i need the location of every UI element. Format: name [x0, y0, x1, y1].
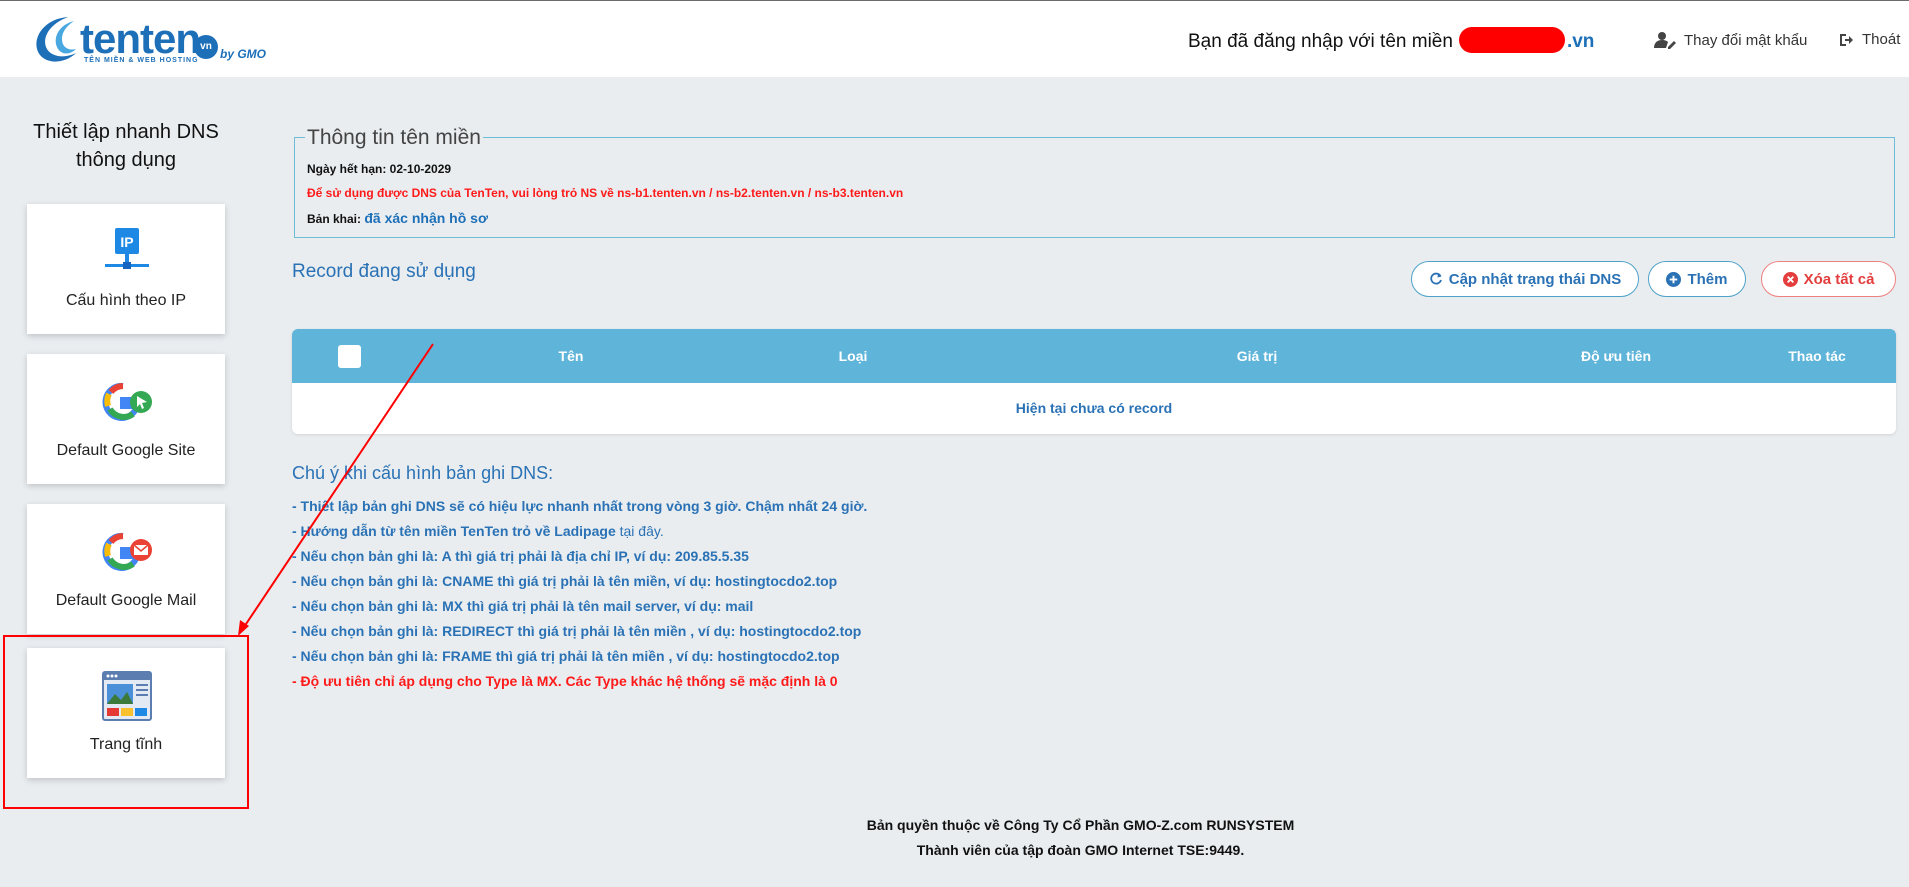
top-header: tenten vn by GMO TÊN MIỀN & WEB HOSTING …: [0, 0, 1909, 77]
plus-circle-icon: [1666, 271, 1682, 287]
logo-tagline: TÊN MIỀN & WEB HOSTING: [84, 57, 199, 64]
column-header-name[interactable]: Tên: [559, 348, 584, 364]
note-line: - Nếu chọn bản ghi là: REDIRECT thì giá …: [292, 623, 862, 639]
note-line: - Nếu chọn bản ghi là: FRAME thì giá trị…: [292, 648, 840, 664]
declaration-status: Bản khai: đã xác nhận hồ sơ: [307, 210, 488, 226]
declaration-value: đã xác nhận hồ sơ: [364, 210, 488, 226]
here-link[interactable]: tại đây.: [620, 523, 664, 539]
select-all-checkbox[interactable]: [338, 345, 361, 368]
sidebar-title-line2: thông dụng: [75, 149, 177, 171]
note-line: - Thiết lập bản ghi DNS sẽ có hiệu lực n…: [292, 498, 868, 514]
card-label: Default Google Site: [56, 442, 196, 459]
svg-text:IP: IP: [120, 234, 133, 250]
tenten-logo[interactable]: tenten vn by GMO TÊN MIỀN & WEB HOSTING: [28, 11, 268, 67]
google-site-icon: [102, 382, 152, 421]
domain-info-legend: Thông tin tên miền: [305, 126, 483, 150]
close-circle-icon: [1782, 271, 1798, 287]
change-password-label: Thay đổi mật khẩu: [1684, 31, 1808, 49]
column-header-actions: Thao tác: [1788, 348, 1846, 364]
card-label: Default Google Mail: [55, 592, 197, 609]
change-password-link[interactable]: Thay đổi mật khẩu: [1654, 31, 1807, 49]
card-google-mail[interactable]: Default Google Mail: [27, 504, 225, 634]
note-line-text: - Hướng dẫn từ tên miền TenTen trỏ về La…: [292, 523, 616, 539]
note-line-priority: - Độ ưu tiên chỉ áp dụng cho Type là MX.…: [292, 673, 838, 689]
note-line: - Nếu chọn bản ghi là: MX thì giá trị ph…: [292, 598, 754, 614]
add-record-button[interactable]: Thêm: [1648, 261, 1746, 297]
footer-membership: Thành viên của tập đoàn GMO Internet TSE…: [916, 842, 1245, 858]
login-prefix: Bạn đã đăng nhập với tên miền: [1188, 31, 1453, 53]
note-line: - Nếu chọn bản ghi là: CNAME thì giá trị…: [292, 573, 838, 589]
notes-title: Chú ý khi cấu hình bản ghi DNS:: [292, 463, 554, 483]
sign-out-icon: [1840, 33, 1853, 46]
column-header-type[interactable]: Loại: [839, 348, 868, 364]
delete-all-button[interactable]: Xóa tất cả: [1761, 261, 1896, 297]
ns-warning: Để sử dụng được DNS của TenTen, vui lòng…: [307, 186, 904, 200]
login-status: Bạn đã đăng nhập với tên miền .vn: [1188, 27, 1595, 55]
card-label: Cấu hình theo IP: [65, 292, 187, 309]
card-google-site[interactable]: Default Google Site: [27, 354, 225, 484]
annotation-highlight-box: [3, 635, 249, 809]
update-dns-status-button[interactable]: Cập nhật trạng thái DNS: [1411, 261, 1639, 297]
expiry-date: Ngày hết hạn: 02-10-2029: [307, 162, 452, 176]
sidebar-title-line1: Thiết lập nhanh DNS: [33, 121, 219, 143]
table-header: Tên Loại Giá trị Độ ưu tiên Thao tác: [292, 329, 1896, 383]
footer-copyright: Bản quyền thuộc về Công Ty Cổ Phần GMO-Z…: [866, 817, 1295, 833]
domain-info-panel: Thông tin tên miền Ngày hết hạn: 02-10-2…: [294, 126, 1895, 238]
logo-gmo: by GMO: [220, 47, 267, 61]
redacted-domain: [1458, 27, 1565, 53]
logo-wordmark: tenten: [80, 15, 201, 62]
delete-all-label: Xóa tất cả: [1803, 270, 1875, 288]
logo-vn-badge: vn: [194, 35, 218, 59]
logout-link[interactable]: Thoát: [1838, 31, 1900, 48]
google-mail-icon: [102, 532, 152, 571]
declaration-label: Bản khai:: [307, 212, 362, 226]
logout-label: Thoát: [1862, 31, 1901, 48]
card-config-by-ip[interactable]: IP Cấu hình theo IP: [27, 204, 225, 334]
records-title: Record đang sử dụng: [292, 261, 476, 282]
ip-network-icon: IP: [105, 228, 149, 269]
column-header-priority[interactable]: Độ ưu tiên: [1581, 348, 1651, 364]
column-header-value[interactable]: Giá trị: [1237, 348, 1277, 364]
refresh-icon: [1430, 272, 1442, 285]
update-dns-status-label: Cập nhật trạng thái DNS: [1448, 270, 1622, 288]
login-domain-suffix: .vn: [1566, 31, 1595, 53]
main-content: Thông tin tên miền Ngày hết hạn: 02-10-2…: [252, 77, 1909, 887]
records-table: Tên Loại Giá trị Độ ưu tiên Thao tác Hiệ…: [292, 329, 1896, 434]
note-line: - Nếu chọn bản ghi là: A thì giá trị phả…: [292, 548, 749, 564]
empty-records-message: Hiện tại chưa có record: [1015, 400, 1173, 416]
user-edit-icon: [1654, 32, 1676, 49]
note-line-ladipage: - Hướng dẫn từ tên miền TenTen trỏ về La…: [292, 523, 664, 539]
logo-swoosh-icon: [36, 17, 76, 62]
sidebar-title: Thiết lập nhanh DNS thông dụng: [0, 118, 252, 174]
add-record-label: Thêm: [1687, 270, 1728, 288]
